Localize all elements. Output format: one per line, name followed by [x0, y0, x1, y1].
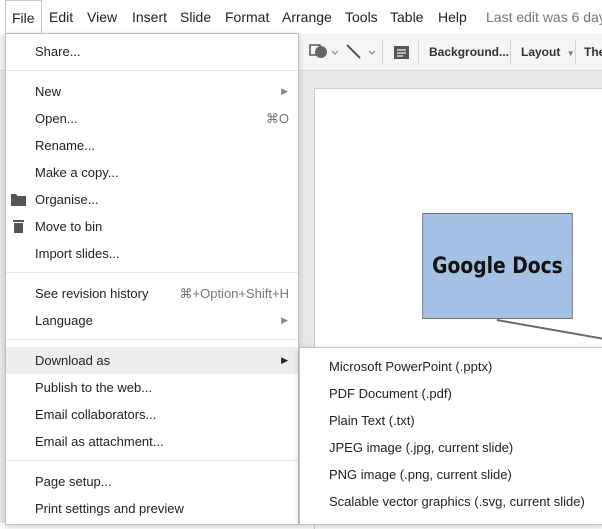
- shortcut-label: ⌘+Option+Shift+H: [179, 286, 289, 301]
- menu-item-label: Open...: [35, 111, 78, 126]
- menu-slide[interactable]: Slide: [180, 0, 211, 34]
- menu-item-page-setup[interactable]: Page setup...: [6, 468, 298, 495]
- menu-item-make-copy[interactable]: Make a copy...: [6, 159, 298, 186]
- menu-insert[interactable]: Insert: [132, 0, 167, 34]
- slide-shape[interactable]: Google Docs: [422, 213, 573, 319]
- menu-tools[interactable]: Tools: [345, 0, 378, 34]
- toolbar-separator: [575, 40, 576, 64]
- download-png[interactable]: PNG image (.png, current slide): [300, 461, 602, 488]
- menu-item-email-collaborators[interactable]: Email collaborators...: [6, 401, 298, 428]
- menu-item-share[interactable]: Share...: [6, 38, 298, 65]
- menu-divider: [6, 460, 298, 461]
- submenu-item-label: PNG image (.png, current slide): [329, 467, 512, 482]
- submenu-arrow-icon: ▶: [281, 86, 288, 96]
- menu-item-revision-history[interactable]: See revision history ⌘+Option+Shift+H: [6, 280, 298, 307]
- menu-item-label: See revision history: [35, 286, 149, 301]
- menu-item-label: Print settings and preview: [35, 501, 184, 516]
- theme-button[interactable]: The: [584, 34, 602, 70]
- submenu-item-label: Plain Text (.txt): [329, 413, 415, 428]
- trash-icon: [13, 220, 24, 233]
- menu-item-open[interactable]: Open... ⌘O: [6, 105, 298, 132]
- menu-divider: [6, 339, 298, 340]
- download-pdf[interactable]: PDF Document (.pdf): [300, 380, 602, 407]
- menu-item-rename[interactable]: Rename...: [6, 132, 298, 159]
- file-menu: Share... New ▶ Open... ⌘O Rename... Make…: [5, 33, 299, 525]
- menu-item-label: Email as attachment...: [35, 434, 164, 449]
- menu-item-organise[interactable]: Organise...: [6, 186, 298, 213]
- submenu-item-label: JPEG image (.jpg, current slide): [329, 440, 514, 455]
- menu-item-label: Organise...: [35, 192, 99, 207]
- menu-item-label: Download as: [35, 353, 111, 368]
- menu-item-import-slides[interactable]: Import slides...: [6, 240, 298, 267]
- comment-button[interactable]: [392, 42, 412, 62]
- toolbar-separator: [510, 40, 511, 64]
- line-icon: [346, 44, 376, 59]
- menu-item-language[interactable]: Language ▶: [6, 307, 298, 334]
- menu-arrange[interactable]: Arrange: [282, 0, 332, 34]
- toolbar-separator: [418, 40, 419, 64]
- toolbar-separator: [382, 40, 383, 64]
- menu-item-label: New: [35, 84, 62, 99]
- menu-item-label: Publish to the web...: [35, 380, 153, 395]
- menu-item-label: Move to bin: [35, 219, 103, 234]
- submenu-arrow-icon: ▶: [281, 355, 288, 365]
- menu-item-label: Share...: [35, 44, 81, 59]
- menu-item-label: Import slides...: [35, 246, 120, 261]
- submenu-item-label: PDF Document (.pdf): [329, 386, 452, 401]
- menu-item-label: Rename...: [35, 138, 95, 153]
- layout-label: Layout: [521, 45, 561, 59]
- chevron-down-icon: ▼: [566, 49, 575, 58]
- menu-edit[interactable]: Edit: [49, 0, 73, 34]
- menu-format[interactable]: Format: [225, 0, 269, 34]
- last-edit-link[interactable]: Last edit was 6 days: [486, 0, 602, 34]
- menu-item-move-to-bin[interactable]: Move to bin: [6, 213, 298, 240]
- download-submenu: Microsoft PowerPoint (.pptx) PDF Documen…: [299, 347, 602, 525]
- shortcut-label: ⌘O: [265, 111, 289, 126]
- download-txt[interactable]: Plain Text (.txt): [300, 407, 602, 434]
- folder-icon: [11, 194, 26, 206]
- menu-item-download-as[interactable]: Download as ▶: [6, 347, 298, 374]
- menu-item-publish[interactable]: Publish to the web...: [6, 374, 298, 401]
- background-button[interactable]: Background...: [429, 34, 509, 70]
- download-svg[interactable]: Scalable vector graphics (.svg, current …: [300, 488, 602, 515]
- download-jpg[interactable]: JPEG image (.jpg, current slide): [300, 434, 602, 461]
- menu-divider: [6, 272, 298, 273]
- menu-item-label: Make a copy...: [35, 165, 119, 180]
- submenu-item-label: Scalable vector graphics (.svg, current …: [329, 494, 585, 509]
- menu-divider: [6, 70, 298, 71]
- menu-item-label: Language: [35, 313, 93, 328]
- shape-tool-button[interactable]: [308, 41, 340, 63]
- submenu-item-label: Microsoft PowerPoint (.pptx): [329, 359, 493, 374]
- menu-help[interactable]: Help: [438, 0, 467, 34]
- submenu-arrow-icon: ▶: [281, 315, 288, 325]
- layout-button[interactable]: Layout ▼: [521, 34, 575, 70]
- shape-icon: [309, 44, 339, 58]
- download-pptx[interactable]: Microsoft PowerPoint (.pptx): [300, 353, 602, 380]
- menu-file[interactable]: File: [5, 0, 42, 34]
- menu-view[interactable]: View: [87, 0, 117, 34]
- comment-icon: [394, 46, 409, 59]
- menu-item-print-settings[interactable]: Print settings and preview: [6, 495, 298, 522]
- shape-text: Google Docs: [432, 253, 563, 279]
- menu-item-label: Email collaborators...: [35, 407, 157, 422]
- menu-table[interactable]: Table: [390, 0, 423, 34]
- menu-item-email-attachment[interactable]: Email as attachment...: [6, 428, 298, 455]
- menu-item-new[interactable]: New ▶: [6, 78, 298, 105]
- line-tool-button[interactable]: [343, 41, 377, 63]
- menu-bar: File Edit View Insert Slide Format Arran…: [0, 0, 602, 35]
- menu-item-label: Page setup...: [35, 474, 112, 489]
